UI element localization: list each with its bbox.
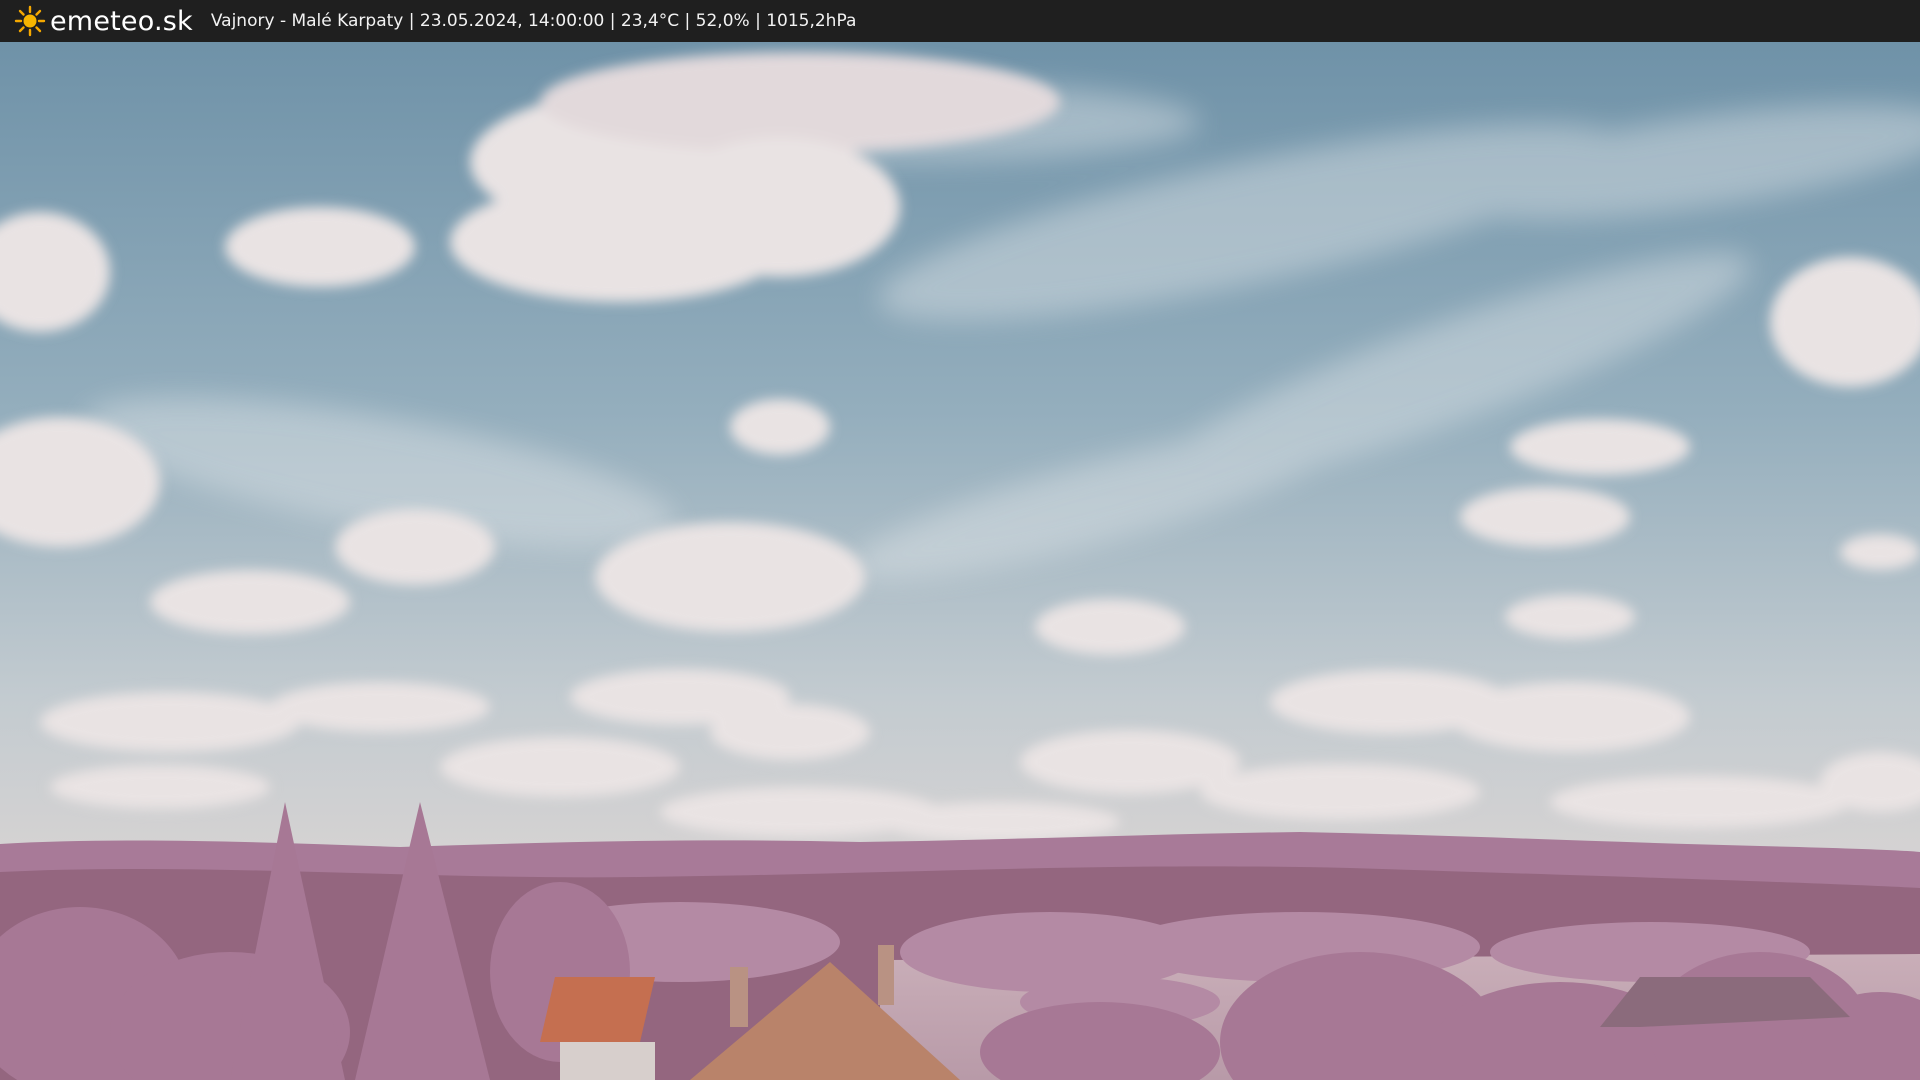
- brand-name: emeteo.sk: [50, 5, 193, 37]
- top-bar: emeteo.sk Vajnory - Malé Karpaty | 23.05…: [0, 0, 1920, 42]
- logo[interactable]: emeteo.sk: [14, 5, 193, 37]
- webcam-image: [0, 42, 1920, 1080]
- webcam-caption: Vajnory - Malé Karpaty | 23.05.2024, 14:…: [210, 11, 857, 31]
- sun-icon: [14, 5, 46, 37]
